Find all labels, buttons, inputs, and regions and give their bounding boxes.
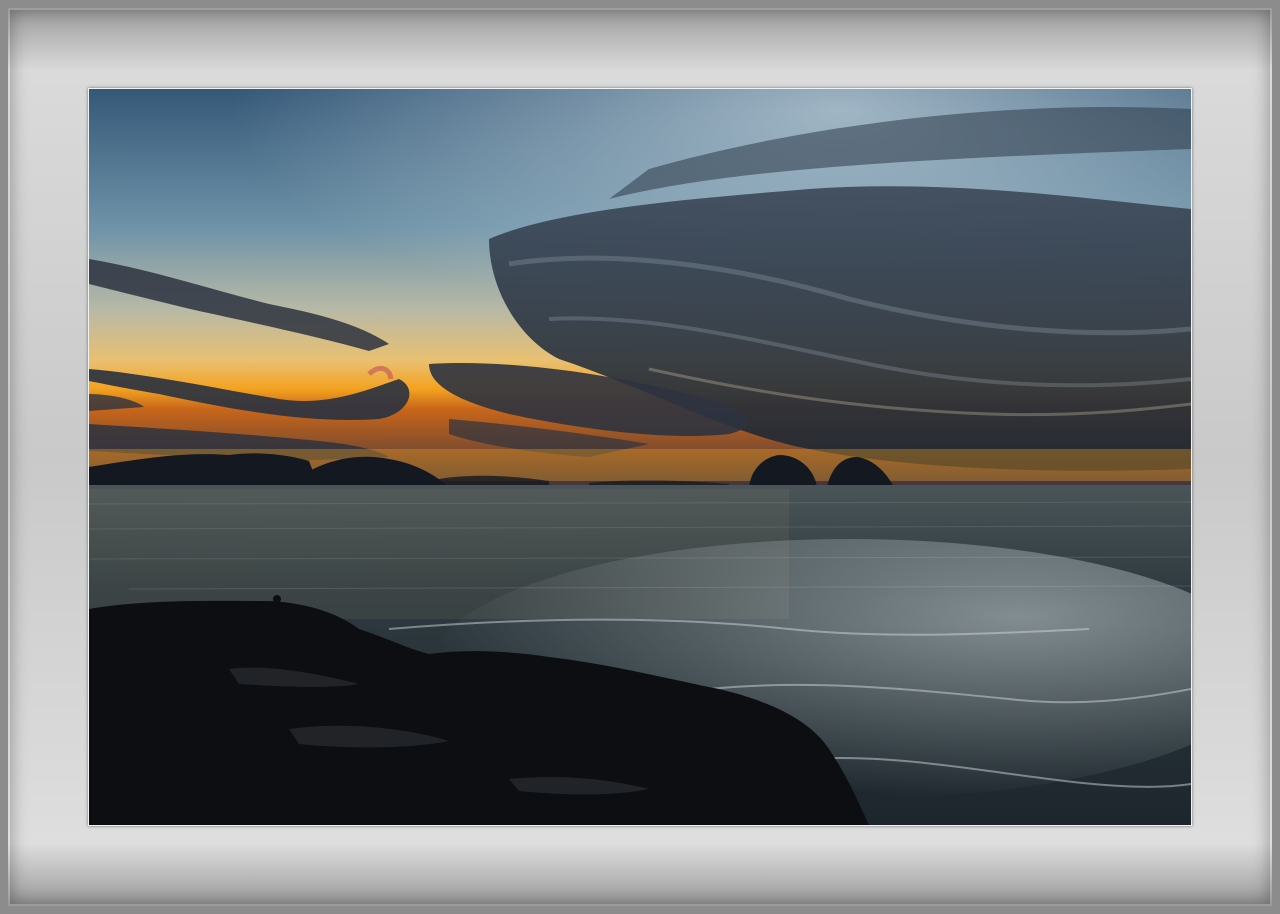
photo bbox=[88, 88, 1192, 826]
sunset-seascape-image bbox=[89, 89, 1191, 825]
